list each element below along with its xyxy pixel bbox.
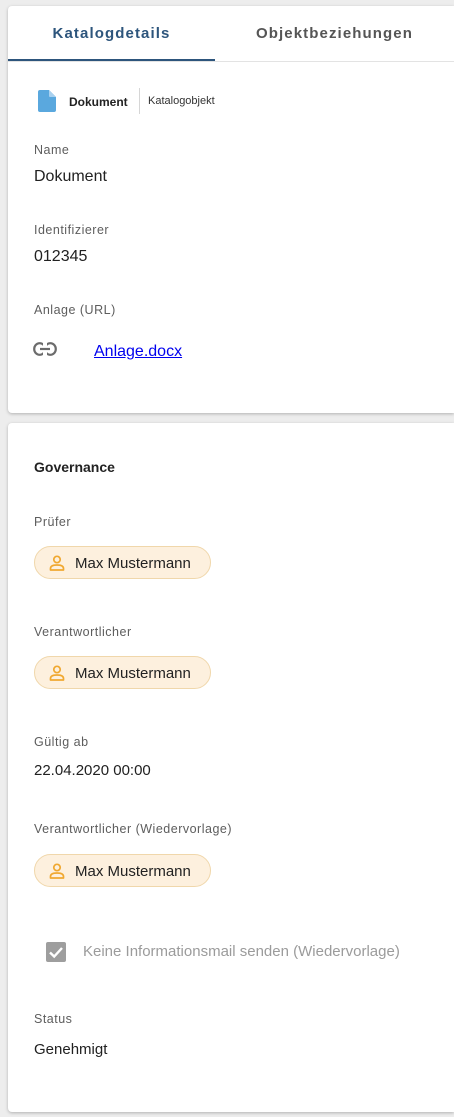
responsible-chip[interactable]: Max Mustermann <box>34 656 211 689</box>
document-icon <box>38 90 56 112</box>
person-icon <box>49 863 65 879</box>
object-type-label: Dokument <box>69 95 128 109</box>
resubmission-label: Verantwortlicher (Wiedervorlage) <box>34 822 233 836</box>
identifier-value: 012345 <box>34 248 88 265</box>
resubmission-name: Max Mustermann <box>75 863 191 880</box>
reviewer-chip[interactable]: Max Mustermann <box>34 546 211 579</box>
attachment-link[interactable]: Anlage.docx <box>94 343 182 361</box>
no-mail-checkbox[interactable] <box>46 942 66 962</box>
check-icon <box>49 947 63 959</box>
resubmission-chip[interactable]: Max Mustermann <box>34 854 211 887</box>
person-icon <box>49 665 65 681</box>
type-divider <box>139 88 140 114</box>
name-value: Dokument <box>34 168 107 185</box>
valid-from-value: 22.04.2020 00:00 <box>34 762 151 779</box>
identifier-label: Identifizierer <box>34 223 110 237</box>
governance-card: Governance Prüfer Max Mustermann Verantw… <box>8 423 454 1112</box>
reviewer-name: Max Mustermann <box>75 555 191 572</box>
name-label: Name <box>34 143 70 157</box>
active-tab-indicator <box>8 59 215 61</box>
tab-katalogdetails[interactable]: Katalogdetails <box>8 6 215 61</box>
catalog-details-card: Katalogdetails Objektbeziehungen Dokumen… <box>8 6 454 413</box>
no-mail-label[interactable]: Keine Informationsmail senden (Wiedervor… <box>83 943 400 960</box>
status-label: Status <box>34 1012 73 1026</box>
tab-objektbeziehungen[interactable]: Objektbeziehungen <box>215 6 454 61</box>
tab-bar: Katalogdetails Objektbeziehungen <box>8 6 454 62</box>
governance-title: Governance <box>34 459 115 475</box>
responsible-name: Max Mustermann <box>75 665 191 682</box>
status-value: Genehmigt <box>34 1041 108 1058</box>
person-icon <box>49 555 65 571</box>
responsible-label: Verantwortlicher <box>34 625 132 639</box>
reviewer-label: Prüfer <box>34 515 72 529</box>
valid-from-label: Gültig ab <box>34 735 89 749</box>
attachment-label: Anlage (URL) <box>34 303 116 317</box>
object-category-label: Katalogobjekt <box>148 95 215 107</box>
link-icon <box>33 342 57 356</box>
